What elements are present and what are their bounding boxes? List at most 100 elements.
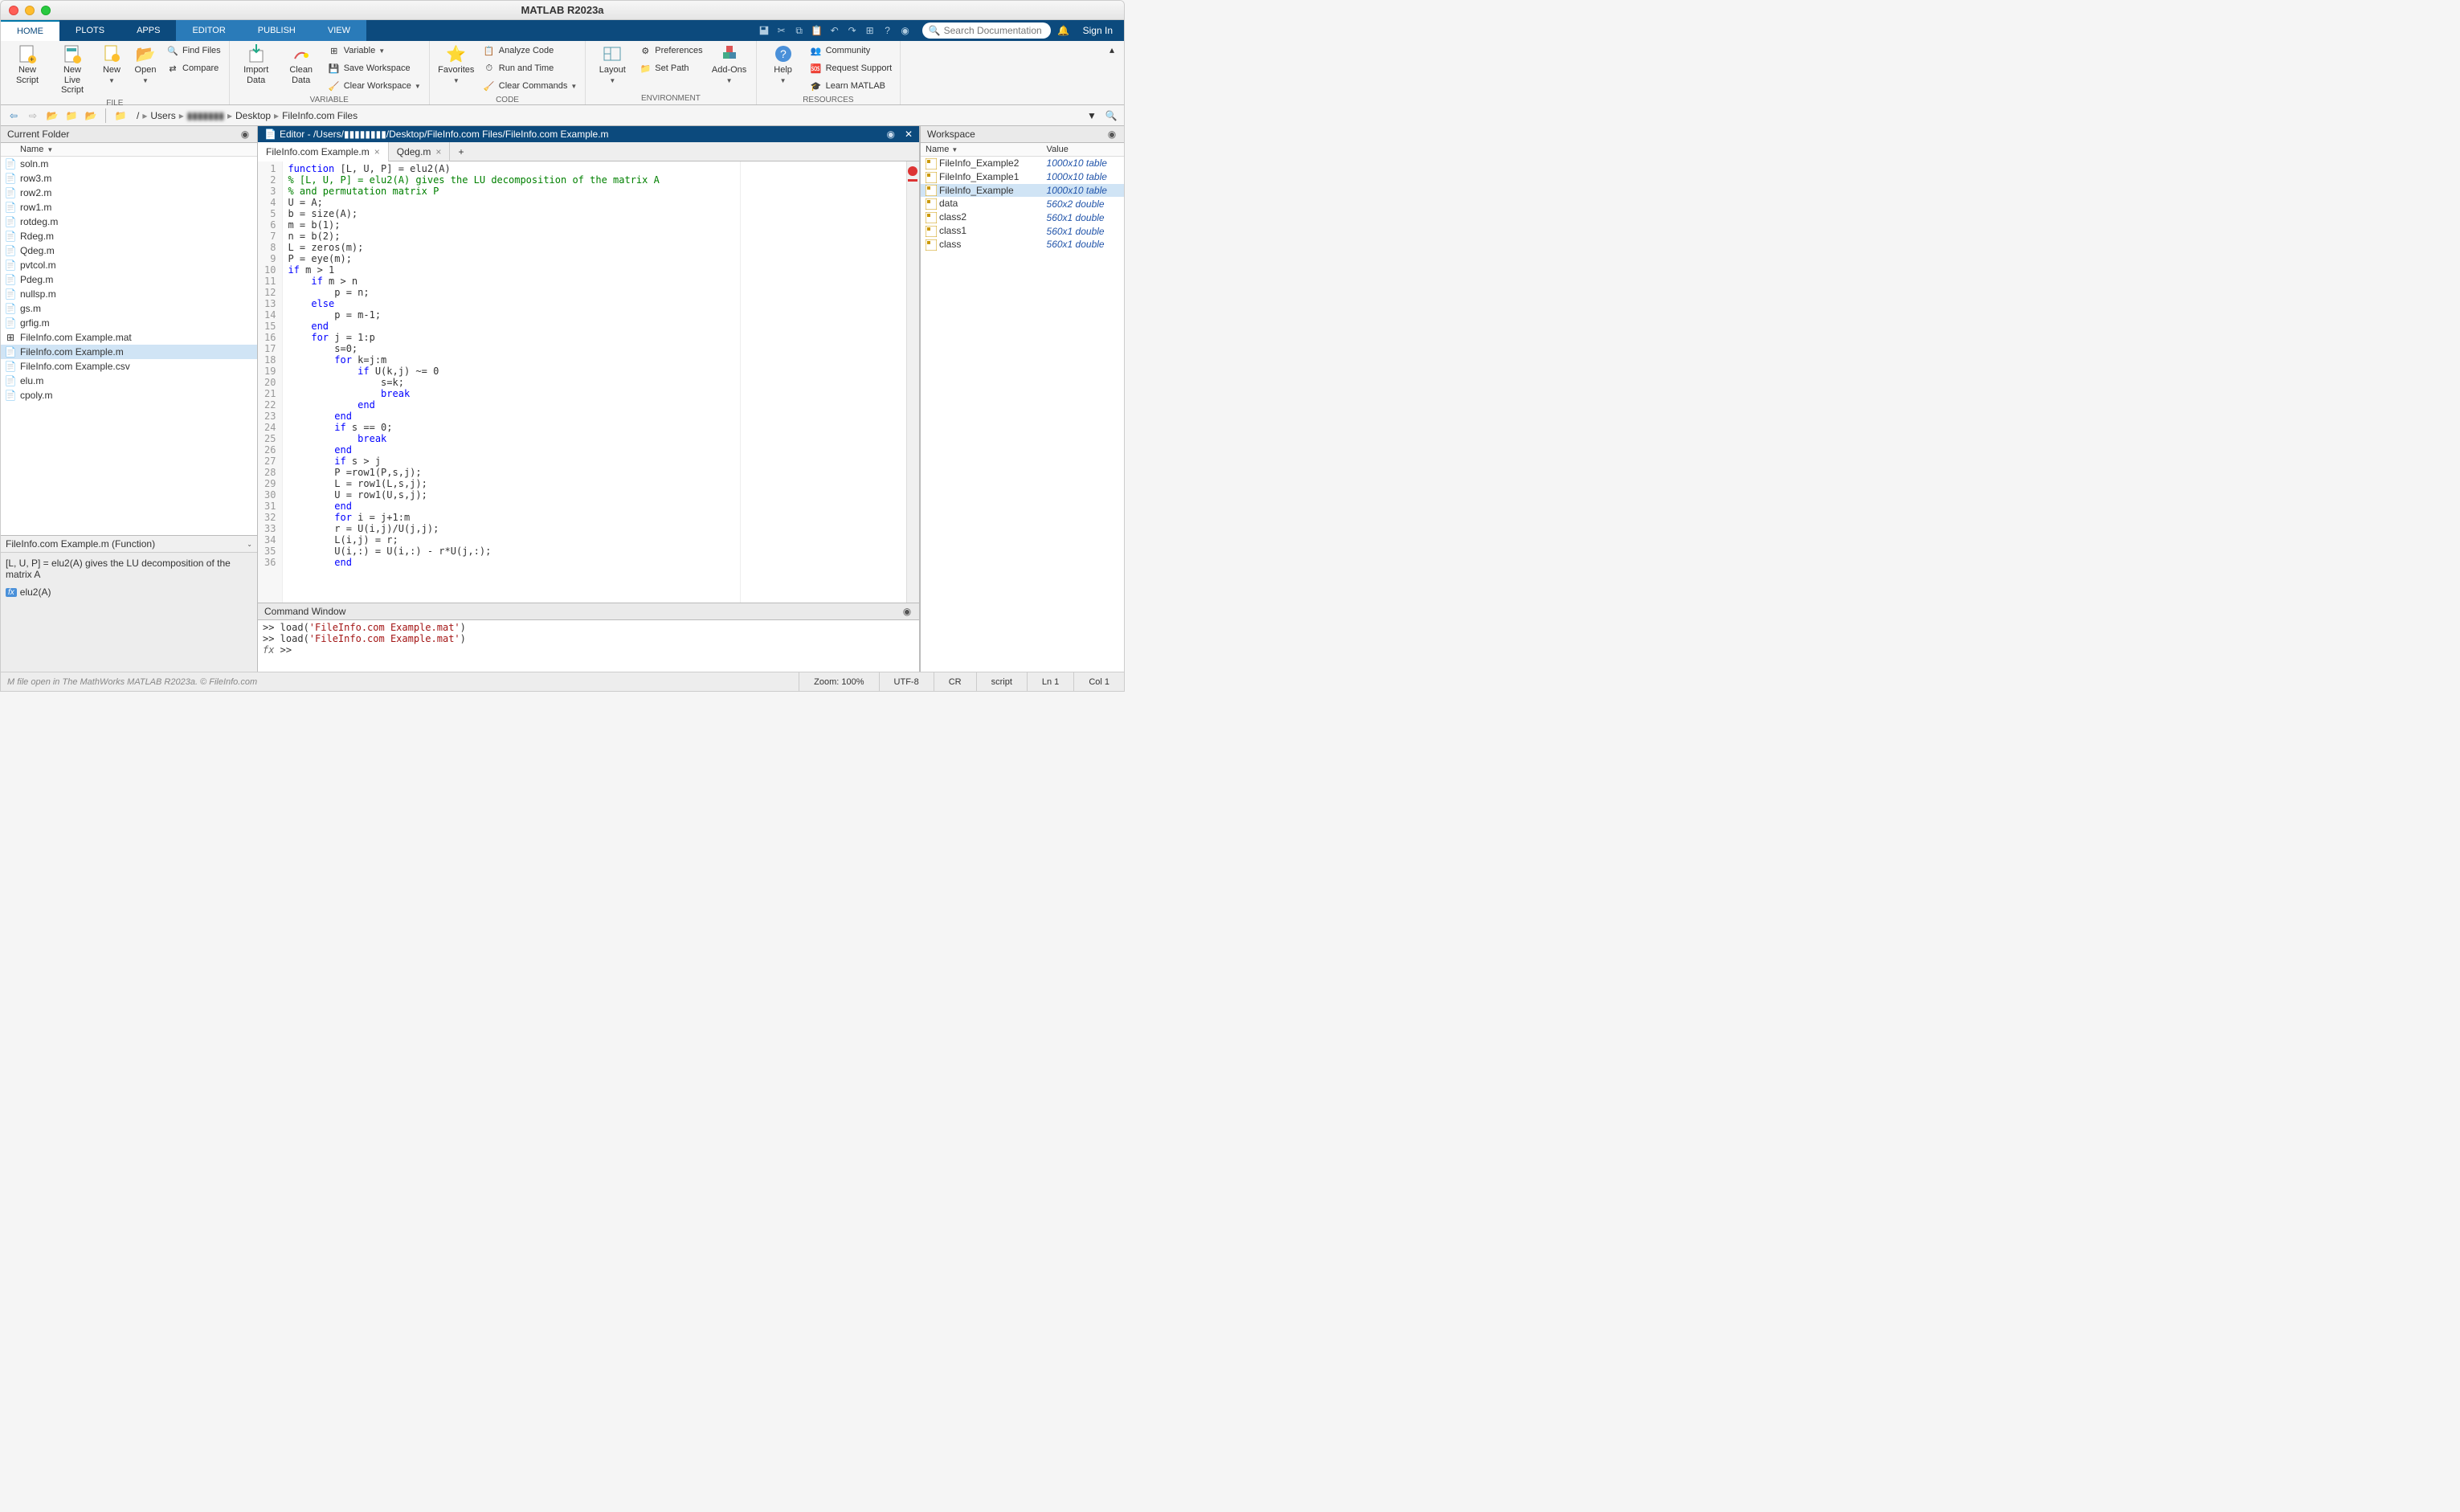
status-encoding[interactable]: UTF-8 [879, 672, 934, 691]
minimize-window-button[interactable] [25, 6, 35, 15]
workspace-row[interactable]: FileInfo_Example11000x10 table [921, 170, 1124, 184]
editor-scrollbar[interactable] [906, 161, 919, 603]
file-row[interactable]: 📄Qdeg.m [1, 243, 257, 258]
file-row[interactable]: 📄Pdeg.m [1, 272, 257, 287]
new-live-script-button[interactable]: New Live Script [51, 43, 94, 97]
clear-workspace-button[interactable]: 🧹Clear Workspace ▼ [325, 78, 424, 94]
path-dropdown-button[interactable]: ▼ [1087, 110, 1100, 121]
path-segment[interactable]: / [137, 110, 139, 121]
help-button[interactable]: ? Help▼ [762, 43, 805, 87]
tab-publish[interactable]: PUBLISH [242, 20, 312, 41]
new-button[interactable]: New▼ [96, 43, 128, 87]
file-row[interactable]: 📄elu.m [1, 374, 257, 388]
editor-body[interactable]: 1234567891011121314151617181920212223242… [258, 161, 919, 603]
notification-bell-icon[interactable]: 🔔 [1056, 25, 1072, 36]
add-tab-button[interactable]: + [450, 146, 472, 157]
file-row[interactable]: 📄row3.m [1, 171, 257, 186]
run-and-time-button[interactable]: ⏱Run and Time [480, 60, 581, 76]
status-zoom[interactable]: Zoom: 100% [799, 672, 878, 691]
addon-icon[interactable]: ◉ [898, 23, 913, 38]
open-button[interactable]: 📂 Open▼ [129, 43, 161, 87]
community-button[interactable]: 👥Community [807, 43, 896, 59]
tab-plots[interactable]: PLOTS [59, 20, 121, 41]
request-support-button[interactable]: 🆘Request Support [807, 60, 896, 76]
function-signature[interactable]: fx elu2(A) [6, 586, 252, 598]
clear-commands-button[interactable]: 🧹Clear Commands ▼ [480, 78, 581, 94]
workspace-row[interactable]: class1560x1 double [921, 224, 1124, 238]
file-list[interactable]: 📄soln.m📄row3.m📄row2.m📄row1.m📄rotdeg.m📄Rd… [1, 157, 257, 535]
switch-windows-icon[interactable]: ⊞ [863, 23, 877, 38]
editor-tab[interactable]: Qdeg.m × [389, 142, 451, 161]
import-data-button[interactable]: Import Data [235, 43, 278, 87]
locate-button[interactable]: 📂 [83, 108, 99, 124]
panel-menu-icon[interactable]: ◉ [901, 606, 913, 617]
variable-dropdown-button[interactable]: ⊞Variable ▼ [325, 43, 424, 59]
path-breadcrumb[interactable]: /▸ Users▸ ▮▮▮▮▮▮▮▸ Desktop▸ FileInfo.com… [132, 110, 358, 121]
file-row[interactable]: 📄FileInfo.com Example.m [1, 345, 257, 359]
workspace-value-header[interactable]: Value [1042, 143, 1124, 157]
close-tab-icon[interactable]: × [435, 146, 441, 157]
close-window-button[interactable] [9, 6, 18, 15]
set-path-button[interactable]: 📁Set Path [635, 60, 705, 76]
back-button[interactable]: ⇦ [6, 108, 22, 124]
error-marker-icon[interactable] [908, 166, 917, 176]
tab-view[interactable]: VIEW [312, 20, 366, 41]
path-search-button[interactable]: 🔍 [1103, 108, 1119, 124]
editor-close-icon[interactable]: ✕ [905, 129, 913, 140]
clean-data-button[interactable]: Clean Data [280, 43, 323, 87]
collapse-ribbon-icon[interactable]: ▴ [1109, 44, 1121, 55]
path-segment[interactable]: Desktop [235, 110, 271, 121]
learn-matlab-button[interactable]: 🎓Learn MATLAB [807, 78, 896, 94]
addons-button[interactable]: Add-Ons▼ [708, 43, 751, 87]
sign-in-button[interactable]: Sign In [1072, 25, 1124, 36]
file-row[interactable]: 📄rotdeg.m [1, 215, 257, 229]
file-row[interactable]: 📄gs.m [1, 301, 257, 316]
workspace-row[interactable]: class560x1 double [921, 238, 1124, 251]
tab-home[interactable]: HOME [1, 20, 59, 41]
workspace-table[interactable]: Name ▼ Value FileInfo_Example21000x10 ta… [921, 143, 1124, 251]
command-window-body[interactable]: >> load('FileInfo.com Example.mat') >> l… [258, 620, 919, 672]
tab-apps[interactable]: APPS [121, 20, 176, 41]
browse-button[interactable]: 📁 [63, 108, 80, 124]
editor-dropdown-icon[interactable]: ◉ [886, 129, 894, 140]
help-icon[interactable]: ? [881, 23, 895, 38]
redo-icon[interactable]: ↷ [845, 23, 860, 38]
path-segment[interactable]: FileInfo.com Files [282, 110, 358, 121]
file-row[interactable]: 📄cpoly.m [1, 388, 257, 403]
details-panel-title[interactable]: FileInfo.com Example.m (Function) ⌄ [1, 536, 257, 553]
workspace-row[interactable]: FileInfo_Example1000x10 table [921, 184, 1124, 198]
path-segment[interactable]: Users [150, 110, 175, 121]
path-segment[interactable]: ▮▮▮▮▮▮▮ [187, 110, 224, 121]
save-workspace-button[interactable]: 💾Save Workspace [325, 60, 424, 76]
file-row[interactable]: ⊞FileInfo.com Example.mat [1, 330, 257, 345]
file-row[interactable]: 📄row2.m [1, 186, 257, 200]
favorites-button[interactable]: ⭐ Favorites▼ [435, 43, 478, 87]
analyze-code-button[interactable]: 📋Analyze Code [480, 43, 581, 59]
tab-editor[interactable]: EDITOR [176, 20, 241, 41]
layout-button[interactable]: Layout▼ [590, 43, 634, 87]
compare-button[interactable]: ⇄Compare [163, 60, 224, 76]
close-tab-icon[interactable]: × [374, 146, 380, 157]
cut-icon[interactable]: ✂ [774, 23, 789, 38]
panel-menu-icon[interactable]: ◉ [239, 129, 251, 140]
status-mode[interactable]: script [976, 672, 1027, 691]
file-row[interactable]: 📄Rdeg.m [1, 229, 257, 243]
file-row[interactable]: 📄FileInfo.com Example.csv [1, 359, 257, 374]
file-row[interactable]: 📄pvtcol.m [1, 258, 257, 272]
undo-icon[interactable]: ↶ [827, 23, 842, 38]
chevron-down-icon[interactable]: ⌄ [247, 541, 252, 548]
up-folder-button[interactable]: 📂 [44, 108, 60, 124]
panel-menu-icon[interactable]: ◉ [1106, 129, 1118, 140]
file-row[interactable]: 📄row1.m [1, 200, 257, 215]
workspace-row[interactable]: class2560x1 double [921, 210, 1124, 224]
copy-icon[interactable]: ⧉ [792, 23, 807, 38]
file-list-header[interactable]: Name ▼ [1, 143, 257, 157]
paste-icon[interactable]: 📋 [810, 23, 824, 38]
zoom-window-button[interactable] [41, 6, 51, 15]
preferences-button[interactable]: ⚙Preferences [635, 43, 705, 59]
file-row[interactable]: 📄nullsp.m [1, 287, 257, 301]
save-icon[interactable] [757, 23, 771, 38]
new-script-button[interactable]: + New Script [6, 43, 49, 87]
folder-icon[interactable]: 📁 [112, 108, 129, 124]
editor-tab[interactable]: FileInfo.com Example.m × [258, 142, 389, 161]
